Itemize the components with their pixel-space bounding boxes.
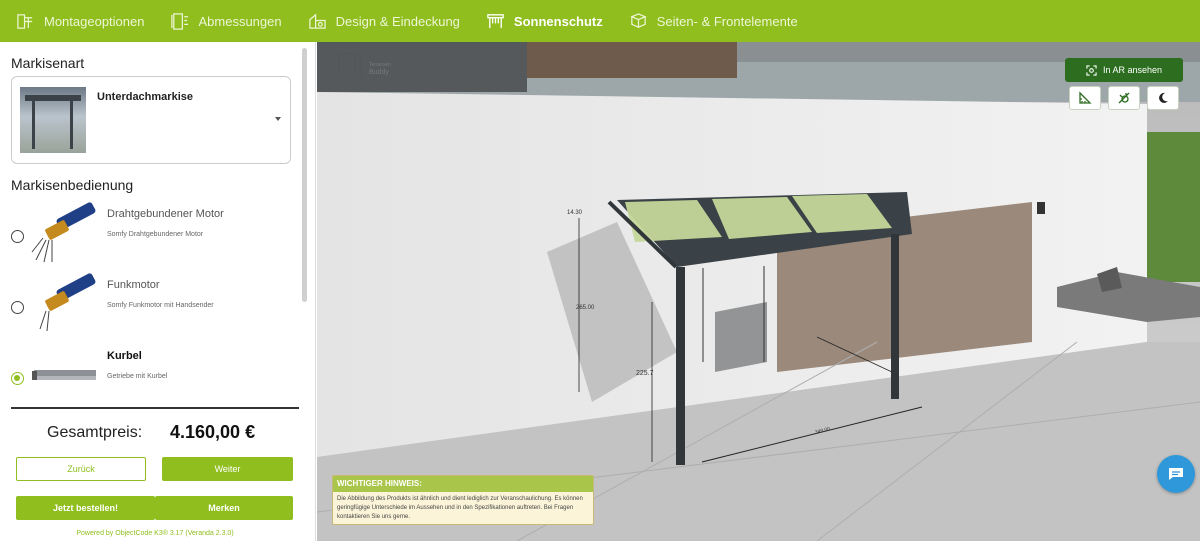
view-in-ar-button[interactable]: In AR ansehen [1065,58,1183,82]
mounting-icon [17,13,33,29]
option-title: Kurbel [107,350,142,362]
measure-toggle-button[interactable] [1069,86,1101,110]
nav-tab-seitenelemente[interactable]: Seiten- & Frontelemente [629,0,798,42]
divider [11,407,299,409]
nav-tab-design[interactable]: Design & Eindeckung [308,0,460,42]
3d-scene [317,42,1200,541]
ruler-icon [1079,91,1092,104]
night-mode-button[interactable] [1147,86,1179,110]
chevron-down-icon [275,117,281,121]
powered-by-text: Powered by ObjectCode K3® 3.17 (Veranda … [76,530,234,537]
markisenbedienung-title: Markisenbedienung [11,177,134,193]
option-title: Funkmotor [107,279,160,291]
chat-icon [1169,468,1183,480]
design-icon [308,13,326,29]
motor-image [39,273,96,332]
total-price-value: 4.160,00 € [170,422,256,442]
logo-text-buddy: Buddy [369,69,389,76]
dimensions-icon [171,12,189,30]
nav-tab-label: Seiten- & Frontelemente [656,13,798,29]
3d-viewer[interactable]: 14.30 265.00 225.7 349.00 Terrassen Budd… [317,42,1200,541]
option-kurbel[interactable]: Kurbel Getriebe mit Kurbel [0,342,300,404]
moon-icon [1159,92,1168,103]
sun-icon [1118,92,1130,104]
option-title: Drahtgebundener Motor [107,208,224,220]
nav-tab-label: Montageoptionen [44,13,145,29]
nav-tab-montageoptionen[interactable]: Montageoptionen [16,0,144,42]
important-notice: WICHTIGER HINWEIS: Die Abbildung des Pro… [332,475,594,525]
total-price-label: Gesamtpreis: [47,424,143,441]
notice-title: WICHTIGER HINWEIS: [333,476,593,492]
sunshade-icon [487,13,504,28]
markisenart-dropdown[interactable]: Unterdachmarkise [11,76,291,164]
sun-position-button[interactable] [1108,86,1140,110]
nav-tab-label: Abmessungen [198,13,282,29]
nav-tab-abmessungen[interactable]: Abmessungen [170,0,282,42]
markisenart-title: Markisenart [11,55,85,71]
side-elements-icon [630,12,647,28]
dimension-height-label: 265.00 [576,305,595,311]
sidebar-scrollbar[interactable] [302,48,307,302]
option-funkmotor[interactable]: Funkmotor Somfy Funkmotor mit Handsender [0,271,300,339]
radio-button-selected[interactable] [11,372,24,385]
order-now-button[interactable]: Jetzt bestellen! [16,496,155,520]
ar-button-label: In AR ansehen [1102,65,1163,75]
radio-button[interactable] [11,301,24,314]
option-subtitle: Somfy Drahtgebundener Motor [107,231,204,238]
nav-tab-label: Sonnenschutz [513,13,603,29]
option-subtitle: Getriebe mit Kurbel [107,373,168,380]
dimension-depth-label: 225.7 [636,370,654,377]
crank-image [32,370,96,380]
markise-thumbnail [20,87,86,153]
top-navigation: Montageoptionen Abmessungen Design & Ein… [0,0,1200,42]
options-scroll-area[interactable]: Markisenart Unterdachmarkise Markisenbed… [0,42,310,404]
logo-text-terrassen: Terrassen [369,62,391,68]
ar-icon [1086,64,1097,76]
back-button[interactable]: Zurück [16,457,146,481]
markisenart-selected: Unterdachmarkise [97,91,193,103]
chat-button[interactable] [1157,455,1195,493]
radio-button[interactable] [11,230,24,243]
dimension-top-label: 14.30 [567,210,583,216]
option-subtitle: Somfy Funkmotor mit Handsender [107,302,214,309]
option-drahtgebundener-motor[interactable]: Drahtgebundener Motor Somfy Drahtgebunde… [0,200,300,268]
nav-tab-sonnenschutz[interactable]: Sonnenschutz [486,0,603,42]
next-button[interactable]: Weiter [162,457,293,481]
nav-tab-label: Design & Eindeckung [335,13,460,29]
notice-text: Die Abbildung des Produkts ist ähnlich u… [337,496,583,520]
configurator-sidebar: Markisenart Unterdachmarkise Markisenbed… [0,42,316,541]
remember-button[interactable]: Merken [155,496,293,520]
motor-image [31,202,96,263]
